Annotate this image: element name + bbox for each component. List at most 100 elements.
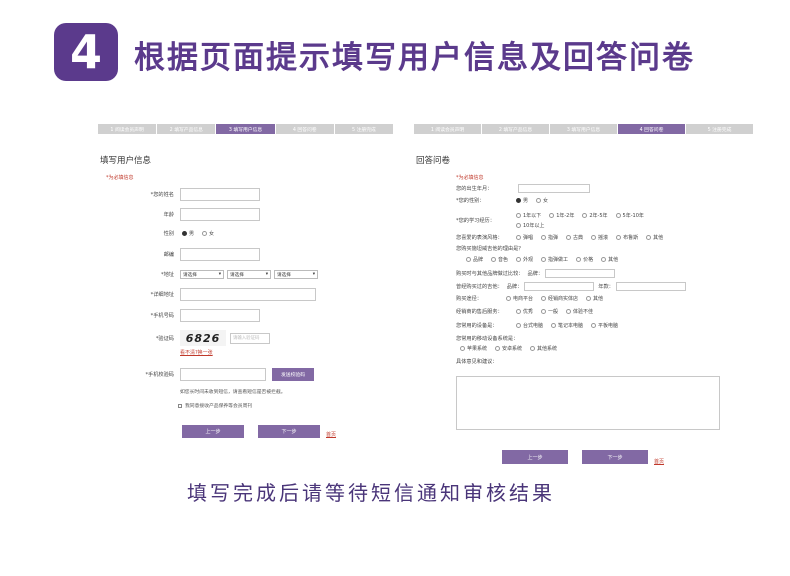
- style-option[interactable]: 弹唱: [512, 234, 533, 241]
- next-button[interactable]: 下一步: [258, 425, 320, 438]
- step-number-badge: 4: [54, 23, 118, 81]
- device-question: 您常用的设备是：: [456, 323, 498, 329]
- page-title: 根据页面提示填写用户信息及回答问卷: [134, 40, 695, 76]
- previous-year-label: 年款：: [598, 284, 614, 290]
- radio-icon: [516, 223, 521, 228]
- channel-option[interactable]: 电商平台: [502, 295, 533, 302]
- reason-option[interactable]: 品牌: [462, 256, 483, 263]
- reason-option[interactable]: 指弹做工: [537, 256, 568, 263]
- progress-steps: 1 阅读会员声明 2 填写产品信息 3 填写用户信息 4 回答问卷 5 注册完成: [98, 124, 394, 134]
- channel-option[interactable]: 经销商实体店: [537, 295, 578, 302]
- send-code-button[interactable]: 发送校验码: [272, 368, 314, 381]
- style-option[interactable]: 指弹: [537, 234, 558, 241]
- page: 4 根据页面提示填写用户信息及回答问卷 1 阅读会员声明 2 填写产品信息 3 …: [0, 0, 790, 576]
- birth-input[interactable]: [518, 184, 590, 193]
- style-question: 您喜爱的表演风格：: [456, 235, 503, 241]
- sms-code-input[interactable]: [180, 368, 266, 381]
- compare-brand-input[interactable]: [545, 269, 616, 278]
- district-select[interactable]: 请选择 ▾: [274, 270, 318, 279]
- phone-input[interactable]: [180, 309, 260, 322]
- captcha-image[interactable]: 6826: [180, 330, 226, 346]
- style-option[interactable]: 其他: [642, 234, 663, 241]
- radio-icon: [516, 257, 522, 262]
- radio-icon: [646, 235, 652, 240]
- checkbox-icon[interactable]: [178, 403, 182, 408]
- home-link[interactable]: 首页: [326, 431, 336, 438]
- gender-label: 性别: [163, 231, 174, 237]
- sms-code-label: *手机校验码: [145, 372, 174, 378]
- name-input[interactable]: [180, 188, 260, 201]
- education-option[interactable]: 10年以上: [512, 222, 544, 229]
- radio-icon: [506, 296, 511, 301]
- reason-option[interactable]: 价格: [572, 256, 593, 263]
- name-label: *您的姓名: [150, 192, 174, 198]
- age-input[interactable]: [180, 208, 260, 221]
- form-heading: 填写用户信息: [100, 156, 152, 166]
- captcha-input[interactable]: 请输入验证码: [230, 332, 270, 344]
- device-option[interactable]: 平板电脑: [587, 322, 618, 329]
- style-option[interactable]: 布鲁斯: [612, 234, 638, 241]
- suggestion-textarea[interactable]: [456, 376, 720, 430]
- education-option[interactable]: 5年-10年: [612, 212, 644, 219]
- agree-text: 我同意接收产品保养等会员周刊: [185, 404, 253, 409]
- province-select[interactable]: 请选择 ▾: [180, 270, 224, 279]
- radio-icon: [586, 296, 592, 301]
- city-select[interactable]: 请选择 ▾: [227, 270, 271, 279]
- postcode-input[interactable]: [180, 248, 260, 261]
- home-link[interactable]: 首页: [654, 458, 664, 465]
- detail-address-label: *详细地址: [150, 292, 174, 298]
- radio-icon: [466, 257, 471, 262]
- reason-option[interactable]: 外观: [512, 256, 533, 263]
- step-1: 1 阅读会员声明: [98, 124, 157, 134]
- radio-icon: [616, 235, 622, 240]
- radio-icon: [601, 257, 607, 262]
- reason-question: 您购买施坦威吉他的理由是？: [456, 246, 524, 252]
- reason-option[interactable]: 其他: [597, 256, 618, 263]
- chevron-down-icon: ▾: [218, 272, 221, 277]
- style-option[interactable]: 古典: [562, 234, 583, 241]
- radio-icon: [182, 231, 187, 236]
- required-note: *为必填信息: [456, 175, 484, 181]
- gender-option-female[interactable]: 女: [532, 197, 548, 204]
- birth-label: 您的出生年月：: [456, 186, 493, 192]
- mobile-os-option[interactable]: 安卓系统: [491, 345, 522, 352]
- channel-option[interactable]: 其他: [582, 295, 603, 302]
- prev-button[interactable]: 上一步: [182, 425, 244, 438]
- questionnaire-screenshot: 1 阅读会员声明 2 填写产品信息 3 填写用户信息 4 回答问卷 5 注册完成…: [414, 124, 754, 472]
- gender-option-male[interactable]: 男: [512, 197, 528, 204]
- education-option[interactable]: 2年-5年: [578, 212, 608, 219]
- captcha-refresh-link[interactable]: 看不清?换一张: [180, 349, 213, 356]
- reason-option[interactable]: 音色: [487, 256, 508, 263]
- chevron-down-icon: ▾: [265, 272, 268, 277]
- radio-icon: [516, 198, 521, 203]
- step-2: 2 填写产品信息: [157, 124, 216, 134]
- radio-icon: [516, 323, 521, 328]
- device-option[interactable]: 台式电脑: [512, 322, 543, 329]
- progress-steps: 1 阅读会员声明 2 填写产品信息 3 填写用户信息 4 回答问卷 5 注册完成: [414, 124, 754, 134]
- captcha-label: *验证码: [155, 335, 174, 342]
- style-option[interactable]: 摇滚: [587, 234, 608, 241]
- dealer-option[interactable]: 体验不佳: [562, 308, 593, 315]
- previous-year-input[interactable]: [615, 282, 686, 291]
- dealer-option[interactable]: 一般: [537, 308, 558, 315]
- gender-female-option[interactable]: 女: [198, 230, 214, 237]
- mobile-os-option[interactable]: 苹果系统: [456, 345, 487, 352]
- gender-male-option[interactable]: 男: [178, 230, 194, 237]
- radio-icon: [202, 231, 208, 236]
- device-option[interactable]: 笔记本电脑: [547, 322, 583, 329]
- detail-address-input[interactable]: [180, 288, 316, 301]
- radio-icon: [536, 198, 542, 203]
- previous-brand-input[interactable]: [524, 282, 595, 291]
- step-4-active: 4 回答问卷: [618, 124, 685, 134]
- next-button[interactable]: 下一步: [582, 450, 648, 464]
- step-3: 3 填写用户信息: [550, 124, 617, 134]
- user-info-form-screenshot: 1 阅读会员声明 2 填写产品信息 3 填写用户信息 4 回答问卷 5 注册完成…: [98, 124, 394, 442]
- radio-icon: [530, 346, 536, 351]
- step-2: 2 填写产品信息: [482, 124, 549, 134]
- mobile-os-option[interactable]: 其他系统: [526, 345, 557, 352]
- education-option[interactable]: 1年-2年: [545, 212, 574, 219]
- dealer-option[interactable]: 优秀: [512, 308, 533, 315]
- education-option[interactable]: 1年以下: [512, 212, 541, 219]
- prev-button[interactable]: 上一步: [502, 450, 568, 464]
- radio-icon: [491, 257, 497, 262]
